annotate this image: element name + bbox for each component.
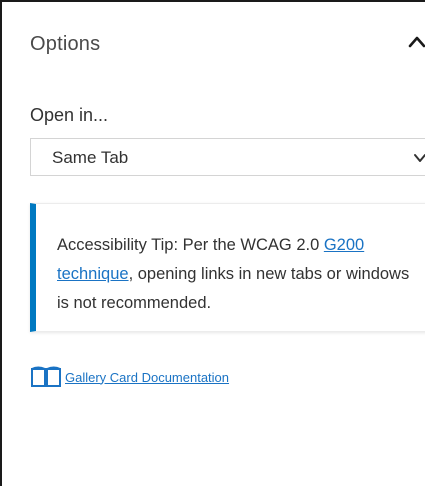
chevron-down-icon bbox=[414, 154, 425, 162]
options-header[interactable]: Options bbox=[2, 2, 425, 82]
book-icon bbox=[31, 366, 61, 387]
open-in-label: Open in... bbox=[30, 105, 109, 125]
accessibility-tip: Accessibility Tip: Per the WCAG 2.0 G200… bbox=[30, 203, 425, 332]
options-title: Options bbox=[30, 33, 101, 55]
accessibility-tip-text: Accessibility Tip: Per the WCAG 2.0 G200… bbox=[57, 231, 417, 318]
options-panel: Options Open in... Same Tab Accessibilit… bbox=[0, 0, 425, 486]
chevron-up-icon[interactable] bbox=[408, 34, 425, 50]
gallery-card-documentation-link[interactable]: Gallery Card Documentation bbox=[30, 366, 229, 388]
gallery-card-documentation-text[interactable]: Gallery Card Documentation bbox=[65, 370, 229, 385]
open-in-select[interactable]: Same Tab bbox=[30, 138, 425, 176]
tip-prefix: Accessibility Tip: Per the WCAG 2.0 bbox=[57, 236, 324, 254]
technique-link[interactable]: technique bbox=[57, 265, 129, 283]
g200-link[interactable]: G200 bbox=[324, 236, 364, 254]
open-in-selected-value: Same Tab bbox=[52, 148, 129, 167]
